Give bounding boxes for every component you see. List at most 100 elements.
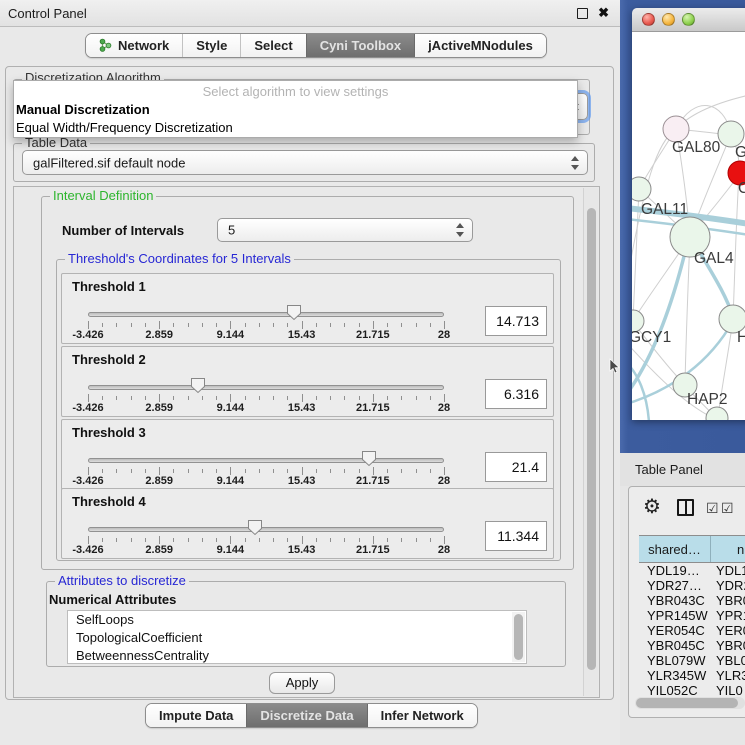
combo-stepper-icon [570, 156, 579, 170]
table-row[interactable]: YER054CYER0 [639, 623, 745, 638]
threshold-1-panel: Threshold 1 -3.4262.8599.14415.4321.7152… [61, 273, 554, 344]
attribute-item[interactable]: SelfLoops [68, 611, 526, 629]
table-header-row: shared… n [639, 535, 745, 563]
network-node[interactable] [706, 407, 728, 420]
tab-discretize-data[interactable]: Discretize Data [246, 704, 366, 727]
slider-ticks [88, 321, 444, 329]
table-row[interactable]: YBR043CYBR0 [639, 593, 745, 608]
attributes-group: Attributes to discretize Numerical Attri… [46, 581, 566, 667]
window-zoom-icon[interactable] [682, 13, 695, 26]
slider-track[interactable] [88, 527, 444, 532]
threshold-3-value[interactable]: 21.4 [485, 452, 547, 482]
network-icon [99, 38, 112, 53]
slider-thumb[interactable] [286, 304, 302, 321]
network-node-label: G [735, 144, 745, 161]
dropdown-item-manual-discretization[interactable]: Manual Discretization [16, 102, 150, 117]
table-toolbar: ⚙ ☑ ☑ [629, 487, 745, 533]
threshold-label: Threshold 2 [72, 352, 146, 367]
dropdown-item-equal-width-frequency[interactable]: Equal Width/Frequency Discretization [16, 120, 233, 135]
threshold-1-value[interactable]: 14.713 [485, 306, 547, 336]
slider-scale: -3.4262.8599.14415.4321.71528 [88, 329, 444, 341]
tab-label: Style [196, 38, 227, 53]
table-rows: YDL19…YDL1YDR27…YDR2YBR043CYBR0YPR145WYP… [639, 563, 745, 698]
group-title: Interval Definition [50, 189, 156, 203]
slider-ticks [88, 536, 444, 544]
network-node-label: HAP2 [687, 391, 728, 408]
tab-label: Select [254, 38, 292, 53]
tab-label: Network [118, 38, 169, 53]
attribute-item[interactable]: TopologicalCoefficient [68, 629, 526, 647]
tab-label: Discretize Data [260, 708, 353, 723]
network-node-label: GAL11 [641, 201, 688, 218]
settings-scroll-area: Interval Definition Number of Intervals … [13, 186, 600, 698]
threshold-4-value[interactable]: 11.344 [485, 521, 547, 551]
threshold-label: Threshold 1 [72, 279, 146, 294]
slider-scale: -3.4262.8599.14415.4321.71528 [88, 475, 444, 487]
attribute-item[interactable]: BetweennessCentrality [68, 647, 526, 664]
mouse-cursor [609, 358, 620, 374]
apply-button[interactable]: Apply [269, 672, 335, 694]
network-node[interactable] [632, 177, 651, 201]
tab-select[interactable]: Select [240, 34, 305, 57]
interval-definition-group: Interval Definition Number of Intervals … [41, 196, 574, 570]
settings-vertical-scrollbar[interactable] [583, 188, 598, 696]
select-none-checkbox-icon[interactable]: ☑ [721, 500, 734, 517]
algorithm-dropdown-popup: Select algorithm to view settings Manual… [13, 80, 578, 138]
number-of-intervals-label: Number of Intervals [62, 223, 184, 238]
gear-icon[interactable]: ⚙ [643, 496, 661, 518]
table-row[interactable]: YDR27…YDR2 [639, 578, 745, 593]
cyni-mode-tabbar: Impute Data Discretize Data Infer Networ… [145, 703, 478, 728]
table-row[interactable]: YBL079WYBL0 [639, 653, 745, 668]
slider-ticks [88, 467, 444, 475]
table-panel-titlebar: Table Panel [620, 453, 745, 486]
network-window-titlebar [632, 8, 745, 32]
slider-track[interactable] [88, 458, 444, 463]
network-view-window[interactable]: GAL80GCGAL11GAL4GCY1HHAP2 [632, 8, 745, 420]
numerical-attributes-list[interactable]: SelfLoopsTopologicalCoefficientBetweenne… [67, 610, 527, 664]
tab-cyni-toolbox[interactable]: Cyni Toolbox [306, 34, 414, 57]
column-header-name[interactable]: n [711, 536, 745, 562]
attributes-scrollbar[interactable] [512, 612, 525, 662]
network-node-label: GCY1 [632, 329, 671, 346]
tab-jactivemnodules[interactable]: jActiveMNodules [414, 34, 546, 57]
numerical-attributes-label: Numerical Attributes [49, 592, 176, 607]
slider-thumb[interactable] [247, 519, 263, 536]
columns-icon[interactable] [677, 499, 694, 516]
control-panel-titlebar: Control Panel ✖ [0, 0, 620, 27]
network-canvas[interactable]: GAL80GCGAL11GAL4GCY1HHAP2 [632, 32, 745, 420]
threshold-2-value[interactable]: 6.316 [485, 379, 547, 409]
float-window-icon[interactable] [577, 8, 588, 19]
dropdown-hint: Select algorithm to view settings [14, 84, 577, 99]
tab-label: Infer Network [381, 708, 464, 723]
tab-style[interactable]: Style [182, 34, 240, 57]
slider-scale: -3.4262.8599.14415.4321.71528 [88, 544, 444, 556]
table-horizontal-scrollbar[interactable] [635, 697, 745, 709]
table-row[interactable]: YPR145WYPR1 [639, 608, 745, 623]
network-node-label: H [737, 329, 745, 346]
slider-track[interactable] [88, 312, 444, 317]
node-table-panel: ⚙ ☑ ☑ shared… n YDL19…YDL1YDR27…YDR2YBR0… [628, 486, 745, 718]
tab-label: Impute Data [159, 708, 233, 723]
close-icon[interactable]: ✖ [598, 5, 609, 21]
tab-infer-network[interactable]: Infer Network [367, 704, 477, 727]
threshold-label: Threshold 4 [72, 494, 146, 509]
table-row[interactable]: YDL19…YDL1 [639, 563, 745, 578]
slider-ticks [88, 394, 444, 402]
table-row[interactable]: YIL052CYIL0 [639, 683, 745, 698]
slider-thumb[interactable] [190, 377, 206, 394]
slider-track[interactable] [88, 385, 444, 390]
column-header-shared-name[interactable]: shared… [639, 536, 711, 562]
table-row[interactable]: YLR345WYLR3 [639, 668, 745, 683]
tab-impute-data[interactable]: Impute Data [146, 704, 246, 727]
select-all-checkbox-icon[interactable]: ☑ [706, 500, 719, 517]
slider-thumb[interactable] [361, 450, 377, 467]
combo-stepper-icon [455, 223, 464, 237]
threshold-4-panel: Threshold 4 -3.4262.8599.14415.4321.7152… [61, 488, 554, 559]
table-data-combobox[interactable]: galFiltered.sif default node [22, 150, 588, 175]
table-panel-title: Table Panel [635, 462, 703, 477]
table-row[interactable]: YBR045CYBR0 [639, 638, 745, 653]
tab-network[interactable]: Network [86, 34, 182, 57]
number-of-intervals-combobox[interactable]: 5 [217, 218, 473, 242]
window-close-icon[interactable] [642, 13, 655, 26]
window-minimize-icon[interactable] [662, 13, 675, 26]
